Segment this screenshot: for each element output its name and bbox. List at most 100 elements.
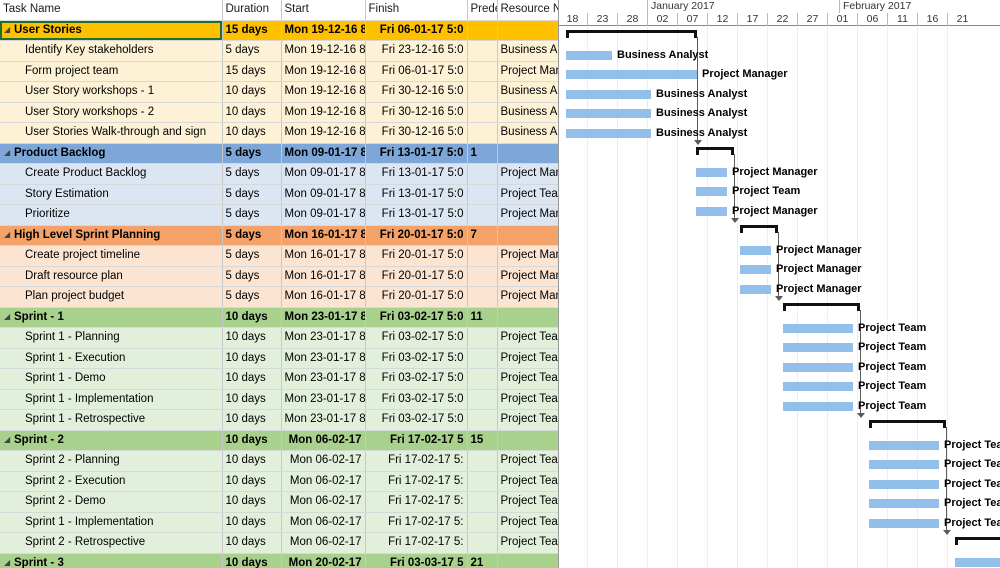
cell-start[interactable]: Mon 19-12-16 8 — [281, 81, 366, 103]
gantt-task-bar[interactable] — [783, 401, 853, 411]
collapse-triangle-icon[interactable]: ◢ — [4, 430, 14, 449]
cell-duration[interactable]: 10 days — [222, 512, 282, 533]
cell-start[interactable]: Mon 06-02-17 — [281, 532, 366, 554]
cell-finish[interactable]: Fri 20-01-17 5:0 — [365, 245, 468, 267]
task-row[interactable]: Sprint 1 - Execution 10 days Mon 23-01-17 … — [0, 348, 558, 369]
cell-resource-name[interactable]: Business Analyst — [497, 122, 558, 144]
gantt-chart[interactable]: January 2017 February 2017 18 23 28 02 07 12 17… — [559, 0, 1000, 568]
gantt-task-bar[interactable] — [783, 323, 853, 333]
cell-resource-name[interactable]: Business Analyst — [497, 40, 558, 62]
cell-task-name[interactable]: Sprint 2 - Retrospective — [0, 532, 223, 554]
gantt-task-bar[interactable] — [869, 440, 939, 450]
cell-start[interactable]: Mon 09-01-17 8 — [281, 204, 366, 226]
cell-start[interactable]: Mon 16-01-17 8 — [281, 266, 366, 287]
cell-predecessors[interactable] — [467, 40, 498, 62]
cell-task-name[interactable]: User Story workshops - 1 — [0, 81, 223, 103]
task-grid[interactable]: Task Name Duration Start Finish Predeces… — [0, 0, 559, 568]
cell-predecessors[interactable] — [467, 20, 498, 41]
cell-duration[interactable]: 10 days — [222, 368, 282, 390]
cell-resource-name[interactable]: Project Manager — [497, 286, 558, 308]
cell-task-name[interactable]: Sprint 2 - Planning — [0, 450, 223, 472]
cell-task-name[interactable]: Sprint 1 - Execution — [0, 348, 223, 369]
column-header-start[interactable]: Start — [281, 0, 366, 21]
task-summary-row[interactable]: ◢ Product Backlog 5 days Mon 09-01-17 8 Fri … — [0, 143, 558, 164]
gantt-task-bar[interactable] — [566, 109, 651, 118]
cell-start[interactable]: Mon 23-01-17 8 — [281, 409, 366, 431]
cell-duration[interactable]: 5 days — [222, 225, 282, 246]
cell-start[interactable]: Mon 19-12-16 8 — [281, 20, 366, 41]
cell-predecessors[interactable] — [467, 348, 498, 369]
cell-duration[interactable]: 10 days — [222, 450, 282, 472]
cell-predecessors[interactable] — [467, 122, 498, 144]
gantt-summary-bar[interactable] — [696, 147, 734, 155]
task-row[interactable]: Create Product Backlog 5 days Mon 09-01-17… — [0, 163, 558, 185]
cell-finish[interactable]: Fri 13-01-17 5:0 — [365, 143, 468, 164]
task-row[interactable]: User Story workshops - 1 10 days Mon 19-12… — [0, 81, 558, 103]
cell-duration[interactable]: 10 days — [222, 348, 282, 369]
cell-start[interactable]: Mon 06-02-17 — [281, 430, 366, 451]
cell-task-name[interactable]: User Story workshops - 2 — [0, 102, 223, 123]
cell-predecessors[interactable]: 1 — [467, 143, 498, 164]
cell-start[interactable]: Mon 20-02-17 — [281, 553, 366, 568]
gantt-task-bar[interactable] — [869, 518, 939, 528]
gantt-task-bar[interactable] — [783, 343, 853, 352]
cell-resource-name[interactable] — [497, 430, 558, 451]
cell-finish[interactable]: Fri 03-02-17 5:0 — [365, 368, 468, 390]
gantt-task-bar[interactable] — [696, 187, 727, 196]
cell-finish[interactable]: Fri 20-01-17 5:0 — [365, 225, 468, 246]
column-header-predecessors[interactable]: Predeceses — [467, 0, 498, 21]
cell-start[interactable]: Mon 23-01-17 8 — [281, 368, 366, 390]
gantt-summary-bar[interactable] — [566, 30, 697, 38]
cell-finish[interactable]: Fri 06-01-17 5:0 — [365, 61, 468, 82]
cell-start[interactable]: Mon 19-12-16 8 — [281, 102, 366, 123]
cell-start[interactable]: Mon 16-01-17 8 — [281, 245, 366, 267]
cell-finish[interactable]: Fri 17-02-17 5: — [365, 532, 468, 554]
cell-task-name[interactable]: ◢ High Level Sprint Planning — [0, 225, 223, 246]
task-row[interactable]: User Story workshops - 2 10 days Mon 19-12… — [0, 102, 558, 123]
cell-predecessors[interactable]: 15 — [467, 430, 498, 451]
cell-start[interactable]: Mon 19-12-16 8 — [281, 61, 366, 82]
task-row[interactable]: Sprint 1 - Demo 10 days Mon 23-01-17 8 Fri … — [0, 368, 558, 390]
cell-start[interactable]: Mon 09-01-17 8 — [281, 184, 366, 205]
cell-predecessors[interactable] — [467, 245, 498, 267]
column-header-finish[interactable]: Finish — [365, 0, 468, 21]
task-row[interactable]: Form project team 15 days Mon 19-12-16 8 Fr… — [0, 61, 558, 82]
cell-duration[interactable]: 10 days — [222, 307, 282, 328]
cell-duration[interactable]: 10 days — [222, 102, 282, 123]
cell-duration[interactable]: 15 days — [222, 20, 282, 41]
cell-duration[interactable]: 10 days — [222, 491, 282, 513]
gantt-task-bar[interactable] — [566, 89, 651, 99]
cell-start[interactable]: Mon 16-01-17 8 — [281, 225, 366, 246]
gantt-task-bar[interactable] — [869, 460, 939, 469]
cell-resource-name[interactable] — [497, 143, 558, 164]
cell-resource-name[interactable]: Project Team — [497, 389, 558, 410]
cell-predecessors[interactable] — [467, 81, 498, 103]
cell-duration[interactable]: 10 days — [222, 532, 282, 554]
task-row[interactable]: Sprint 2 - Execution 10 days Mon 06-02-17 F… — [0, 471, 558, 492]
column-header-resource-names[interactable]: Resource Names — [497, 0, 558, 21]
task-summary-row[interactable]: ◢ Sprint - 1 10 days Mon 23-01-17 8 Fri 03-0… — [0, 307, 558, 328]
task-row[interactable]: Sprint 2 - Planning 10 days Mon 06-02-17 Fr… — [0, 450, 558, 472]
cell-finish[interactable]: Fri 17-02-17 5 — [365, 430, 468, 451]
cell-finish[interactable]: Fri 03-02-17 5:0 — [365, 327, 468, 349]
cell-predecessors[interactable] — [467, 163, 498, 185]
cell-finish[interactable]: Fri 30-12-16 5:0 — [365, 102, 468, 123]
cell-task-name[interactable]: Sprint 2 - Execution — [0, 471, 223, 492]
cell-resource-name[interactable]: Project Team — [497, 348, 558, 369]
gantt-summary-bar[interactable] — [783, 303, 860, 311]
task-summary-row[interactable]: ◢ High Level Sprint Planning 5 days Mon 16-… — [0, 225, 558, 246]
cell-task-name[interactable]: Sprint 1 - Implementation — [0, 512, 223, 533]
cell-task-name[interactable]: ◢ Product Backlog — [0, 143, 223, 164]
task-row[interactable]: Identify Key stakeholders 5 days Mon 19-12… — [0, 40, 558, 62]
gantt-bars-area[interactable]: Business Analyst Project Manager Business … — [559, 26, 1000, 568]
cell-finish[interactable]: Fri 13-01-17 5:0 — [365, 163, 468, 185]
cell-task-name[interactable]: ◢ Sprint - 3 — [0, 553, 223, 568]
task-row[interactable]: Sprint 1 - Implementation 10 days Mon 06-0… — [0, 512, 558, 533]
cell-resource-name[interactable]: Project Team — [497, 184, 558, 205]
cell-predecessors[interactable] — [467, 286, 498, 308]
cell-task-name[interactable]: Plan project budget — [0, 286, 223, 308]
gantt-task-bar[interactable] — [740, 245, 771, 255]
collapse-triangle-icon[interactable]: ◢ — [4, 143, 14, 162]
collapse-triangle-icon[interactable]: ◢ — [4, 225, 14, 244]
cell-start[interactable]: Mon 06-02-17 — [281, 471, 366, 492]
